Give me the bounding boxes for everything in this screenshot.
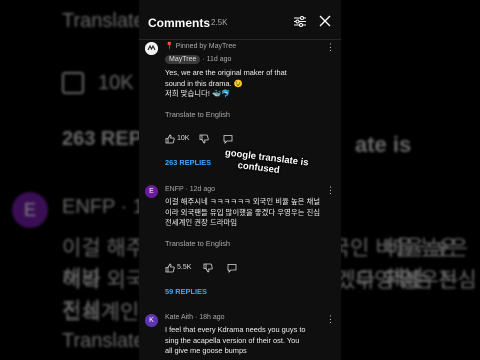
comment-time: · 11d ago [202,56,232,63]
more-vert-icon[interactable]: ⋮ [326,186,335,195]
bg-thumbs-up-icon [62,72,84,94]
avatar[interactable]: K [145,314,158,327]
comment-line: 이걸 해주시네 ㅋㅋㅋㅋㅋㅋ 외국인 비율 높은 채널 [165,197,321,206]
thumbs-down-icon[interactable] [203,263,213,273]
comment-line: sing the acapella version of their ost. … [165,335,300,345]
comment-text: I feel that every Kdrama needs you guys … [165,325,333,357]
more-vert-icon[interactable]: ⋮ [326,43,335,52]
avatar[interactable] [145,42,158,55]
maytree-logo-icon [145,42,158,55]
comment-line: 저희 맞습니다! 🐳🐬 [165,89,231,98]
replies-button[interactable]: 59 REPLIES [165,287,207,296]
bg-right-text-1: ate is [355,132,412,157]
comment-line: 이라 외국팬들 유입 많이했을 좋겠다 우영우는 진심 [165,207,321,217]
comment-line: Yes, we are the original maker of that [165,68,287,77]
comment-actions: 10K [165,134,315,144]
comments-title: Comments [148,16,211,30]
close-icon[interactable] [319,15,331,27]
translate-link[interactable]: Translate to English [165,239,230,248]
comment-text: Yes, we are the original maker of that s… [165,68,333,100]
comment-line: I feel that every Kdrama needs you guys … [165,325,306,334]
comment-line: 전세계인 권장 드라마임 [165,218,238,227]
like-count: 10K [177,135,190,142]
author-badge[interactable]: MayTree [165,55,201,64]
comment-meta: Kate Aith · 18h ago [165,314,225,321]
thumbs-up-icon[interactable] [165,263,175,273]
pinned-by-label: Pinned by MayTree [175,43,237,50]
comment-enfp: E ENFP · 12d ago ⋮ 이걸 해주시네 ㅋㅋㅋㅋㅋㅋ 외국인 비율… [139,183,341,308]
pin-icon: 📍 [165,43,174,50]
reply-icon[interactable] [227,263,237,273]
comment-line: all give me goose bumps [165,346,247,355]
like-count: 5.5K [177,264,192,271]
bg-like-count: 10K [98,72,134,94]
avatar[interactable]: E [145,185,158,198]
comment-text: 이걸 해주시네 ㅋㅋㅋㅋㅋㅋ 외국인 비율 높은 채널 이라 외국팬들 유입 많… [165,197,333,229]
comments-header: Comments 2.5K [139,0,341,40]
comment-meta: ENFP · 12d ago [165,186,216,193]
comment-actions: 5.5K [165,263,315,273]
replies-button[interactable]: 263 REPLIES [165,158,211,167]
reply-icon[interactable] [223,134,233,144]
more-vert-icon[interactable]: ⋮ [326,315,335,324]
thumbs-up-icon[interactable] [165,134,175,144]
bg-avatar: E [12,192,48,228]
comment-line: sound in this drama. 😉 [165,78,243,88]
filter-icon[interactable] [294,16,306,27]
thumbs-down-icon[interactable] [199,134,209,144]
bg-right-text-3: 우영우는 진심 [355,269,477,292]
translate-link[interactable]: Translate to English [165,110,230,119]
comments-count: 2.5K [211,18,228,27]
comment-kate: K Kate Aith · 18h ago ⋮ I feel that ever… [139,312,341,360]
